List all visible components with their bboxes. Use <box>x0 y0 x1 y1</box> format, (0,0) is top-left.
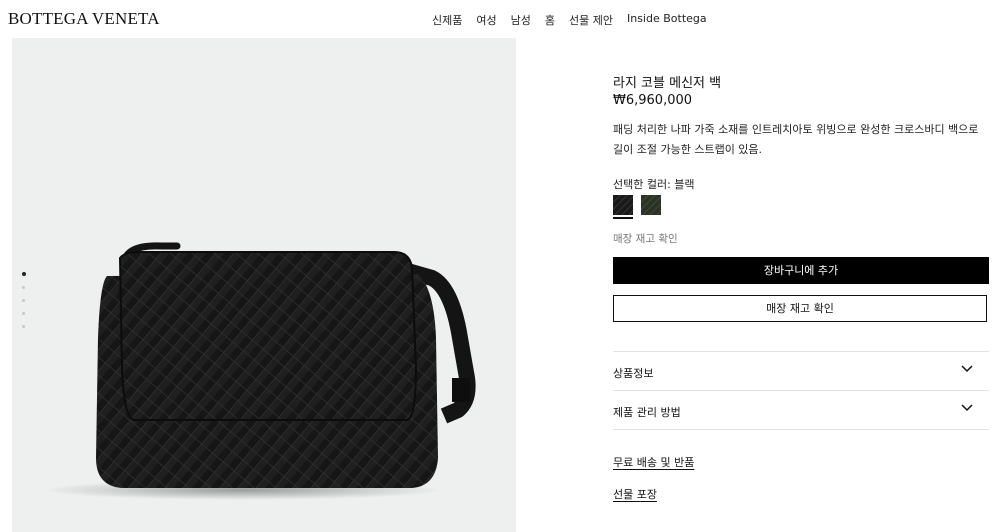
nav-women[interactable]: 여성 <box>476 12 496 28</box>
swatch-dark-green-icon <box>641 195 661 215</box>
product-title: 라지 코블 메신저 백 <box>613 76 722 91</box>
nav-gifts[interactable]: 선물 제안 <box>569 12 613 28</box>
pagination-dot-active[interactable] <box>22 272 26 276</box>
product-gallery[interactable] <box>12 38 516 532</box>
accordion-product-info-label: 상품정보 <box>613 367 654 380</box>
chevron-down-icon <box>961 404 973 412</box>
free-shipping-returns-link[interactable]: 무료 배송 및 반품 <box>613 454 694 470</box>
pagination-dot[interactable] <box>22 299 25 302</box>
nav-home[interactable]: 홈 <box>545 12 555 28</box>
pagination-dot[interactable] <box>22 312 25 315</box>
accordion-product-info[interactable]: 상품정보 <box>613 351 989 390</box>
site-header: BOTTEGA VENETA 신제품 여성 남성 홈 선물 제안 Inside … <box>0 0 1000 38</box>
swatch-black[interactable] <box>613 195 633 219</box>
add-to-cart-button[interactable]: 장바구니에 추가 <box>613 257 989 284</box>
gallery-pagination <box>22 272 26 338</box>
chevron-down-icon <box>961 365 973 373</box>
nav-new-arrivals[interactable]: 신제품 <box>432 12 462 28</box>
product-image <box>42 242 476 500</box>
swatch-dark-green[interactable] <box>641 195 661 215</box>
gift-wrap-link[interactable]: 선물 포장 <box>613 486 657 502</box>
brand-logo[interactable]: BOTTEGA VENETA <box>8 9 160 29</box>
accordion-care[interactable]: 제품 관리 방법 <box>613 390 989 430</box>
main-nav: 신제품 여성 남성 홈 선물 제안 Inside Bottega <box>432 12 721 28</box>
nav-men[interactable]: 남성 <box>511 12 531 28</box>
check-store-stock-button[interactable]: 매장 재고 확인 <box>613 295 987 322</box>
product-description: 패딩 처리한 나파 가죽 소재를 인트레치아토 위빙으로 완성한 크로스바디 백… <box>613 123 979 156</box>
store-stock-link[interactable]: 매장 재고 확인 <box>613 231 678 246</box>
product-price: ₩6,960,000 <box>613 93 693 108</box>
pagination-dot[interactable] <box>22 325 25 328</box>
nav-inside-bottega[interactable]: Inside Bottega <box>627 12 707 28</box>
selected-color-label: 선택한 컬러: 블랙 <box>613 178 695 191</box>
swatch-black-icon <box>613 195 633 215</box>
pagination-dot[interactable] <box>22 286 25 289</box>
accordion-care-label: 제품 관리 방법 <box>613 406 681 419</box>
